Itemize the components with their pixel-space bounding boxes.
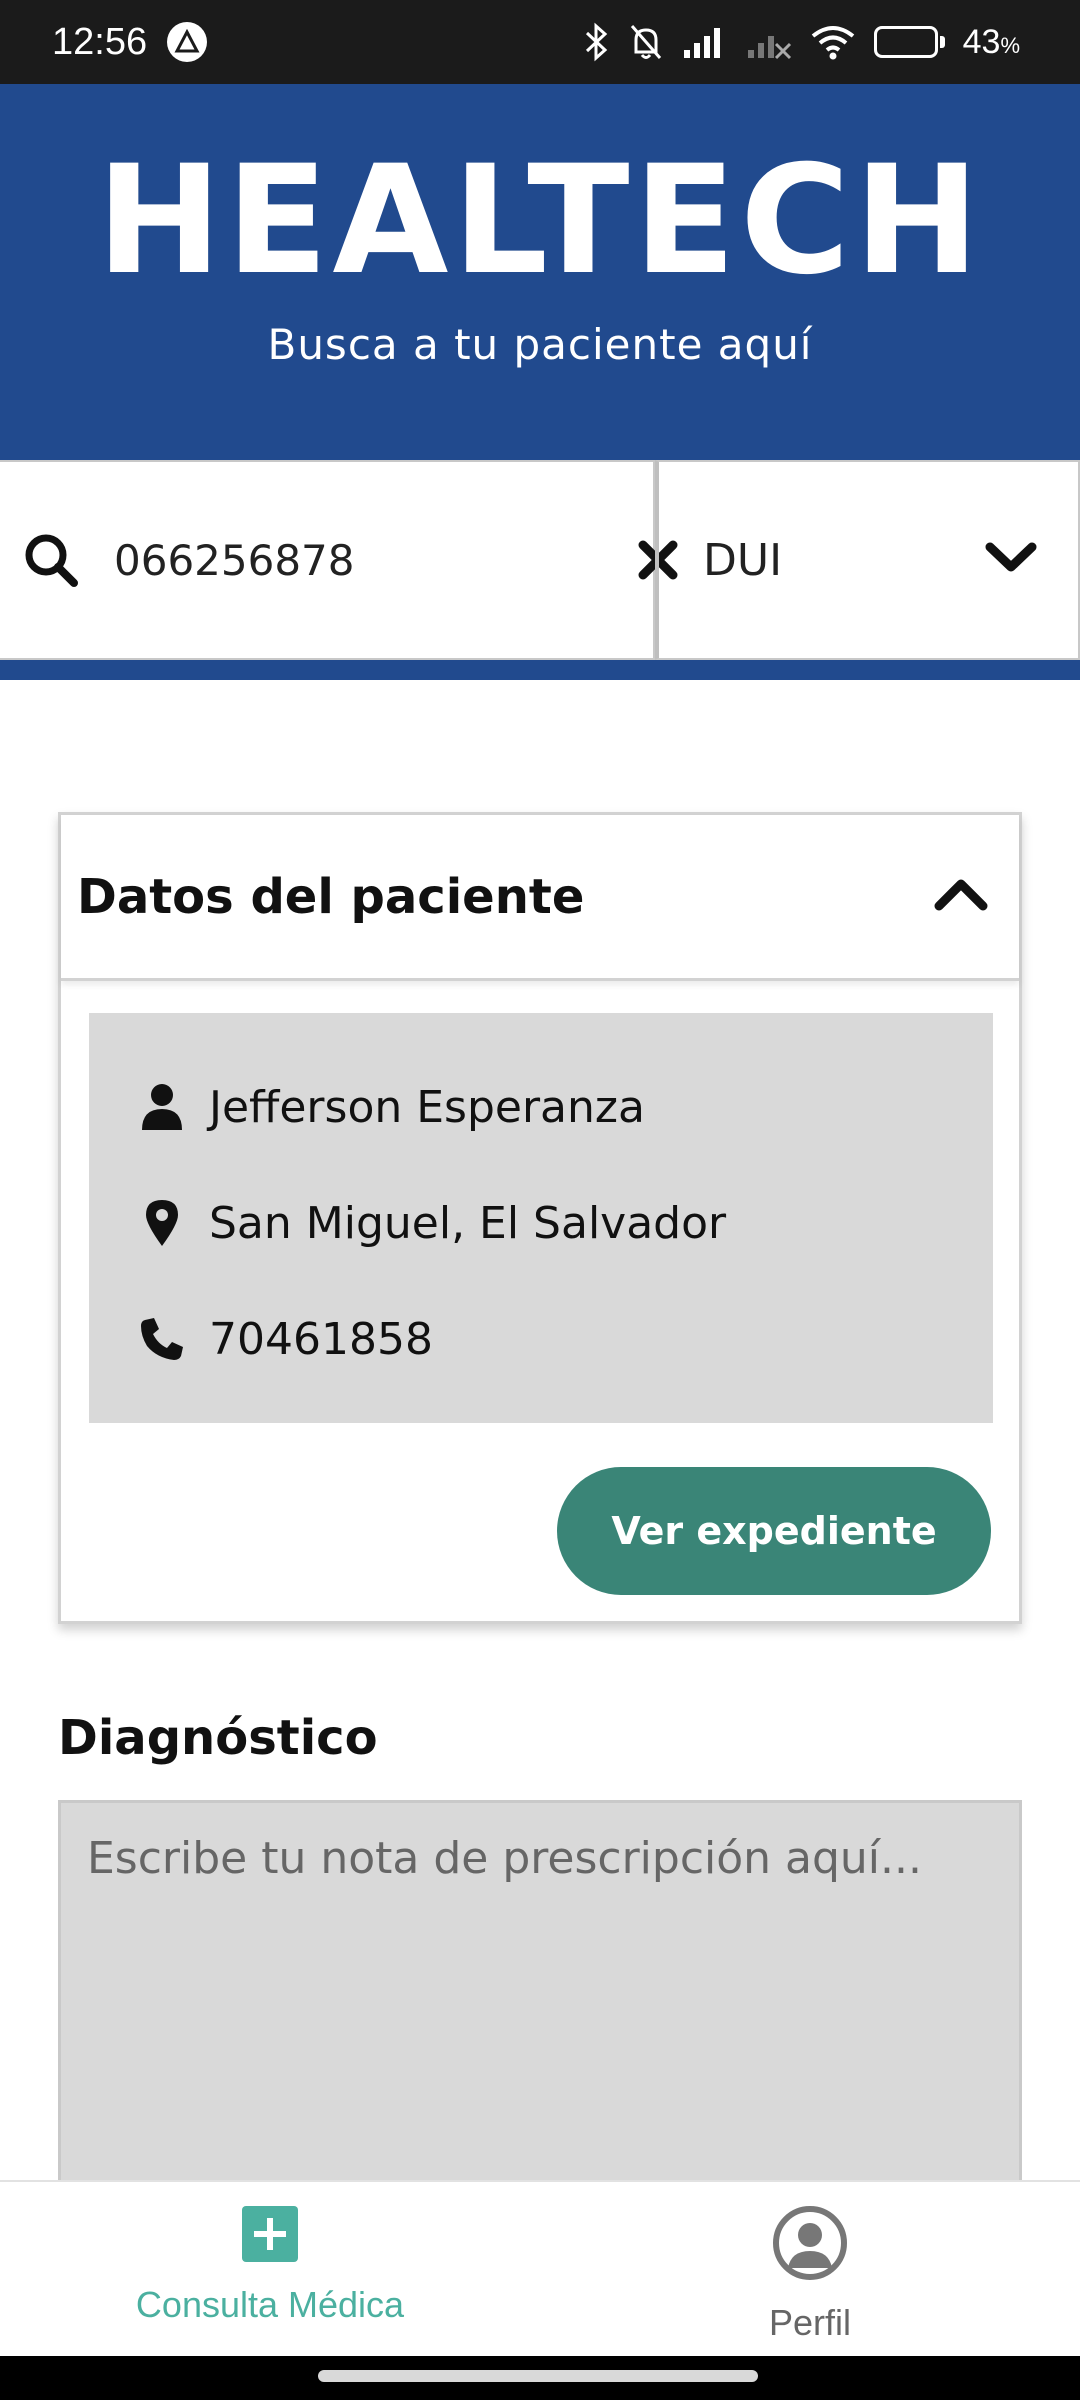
map-pin-icon bbox=[137, 1198, 187, 1248]
chevron-up-icon[interactable] bbox=[933, 876, 989, 918]
app-notification-icon bbox=[167, 22, 208, 62]
diagnosis-input[interactable] bbox=[58, 1800, 1022, 2200]
status-right: 43% bbox=[584, 22, 1020, 62]
app-header: HEALTECH Busca a tu paciente aquí bbox=[0, 84, 1080, 460]
patient-name: Jefferson Esperanza bbox=[209, 1081, 645, 1133]
document-type-value: DUI bbox=[703, 534, 783, 586]
status-left: 12:56 bbox=[52, 20, 208, 64]
diagnosis-title: Diagnóstico bbox=[58, 1710, 378, 1766]
patient-card-title: Datos del paciente bbox=[77, 868, 585, 925]
status-time: 12:56 bbox=[52, 20, 148, 63]
search-input[interactable] bbox=[114, 520, 637, 600]
patient-card-header[interactable]: Datos del paciente bbox=[61, 815, 1019, 981]
patient-info-panel: Jefferson Esperanza San Miguel, El Salva… bbox=[89, 1013, 993, 1423]
chevron-down-icon bbox=[984, 535, 1038, 586]
search-row: DUI bbox=[0, 460, 1080, 660]
search-box bbox=[0, 460, 678, 660]
bluetooth-icon bbox=[584, 22, 610, 62]
signal-icon bbox=[682, 24, 728, 60]
view-record-button[interactable]: Ver expediente bbox=[557, 1467, 991, 1595]
signal-off-icon bbox=[746, 24, 792, 60]
nav-label-perfil: Perfil bbox=[768, 2302, 852, 2343]
bottom-nav: Consulta Médica Perfil bbox=[0, 2180, 1080, 2356]
bell-off-icon bbox=[628, 22, 664, 62]
battery-icon bbox=[873, 26, 945, 58]
header-underline bbox=[0, 660, 1080, 680]
search-icon bbox=[22, 530, 80, 590]
patient-card: Datos del paciente Jefferson Esperanza S… bbox=[58, 812, 1022, 1624]
plus-square-icon bbox=[242, 2206, 298, 2266]
user-circle-icon bbox=[773, 2206, 847, 2284]
status-bar: 12:56 43% bbox=[0, 0, 1080, 84]
user-icon bbox=[137, 1082, 187, 1132]
nav-item-perfil[interactable]: Perfil bbox=[540, 2182, 1080, 2356]
patient-location-row: San Miguel, El Salvador bbox=[137, 1165, 945, 1281]
patient-name-row: Jefferson Esperanza bbox=[137, 1049, 945, 1165]
nav-label-consulta-medica: Consulta Médica bbox=[135, 2284, 405, 2325]
battery-percent: 43% bbox=[962, 22, 1020, 61]
home-gesture-handle[interactable] bbox=[318, 2370, 758, 2382]
wifi-icon bbox=[810, 24, 856, 60]
app-title: HEALTECH bbox=[96, 134, 984, 308]
patient-phone-row: 70461858 bbox=[137, 1281, 945, 1397]
nav-item-consulta-medica[interactable]: Consulta Médica bbox=[0, 2182, 540, 2356]
app-subtitle: Busca a tu paciente aquí bbox=[267, 320, 813, 369]
patient-phone: 70461858 bbox=[209, 1313, 433, 1365]
document-type-select[interactable]: DUI bbox=[655, 460, 1080, 660]
phone-icon bbox=[137, 1316, 187, 1362]
gesture-bar bbox=[0, 2356, 1080, 2400]
patient-location: San Miguel, El Salvador bbox=[209, 1197, 727, 1249]
